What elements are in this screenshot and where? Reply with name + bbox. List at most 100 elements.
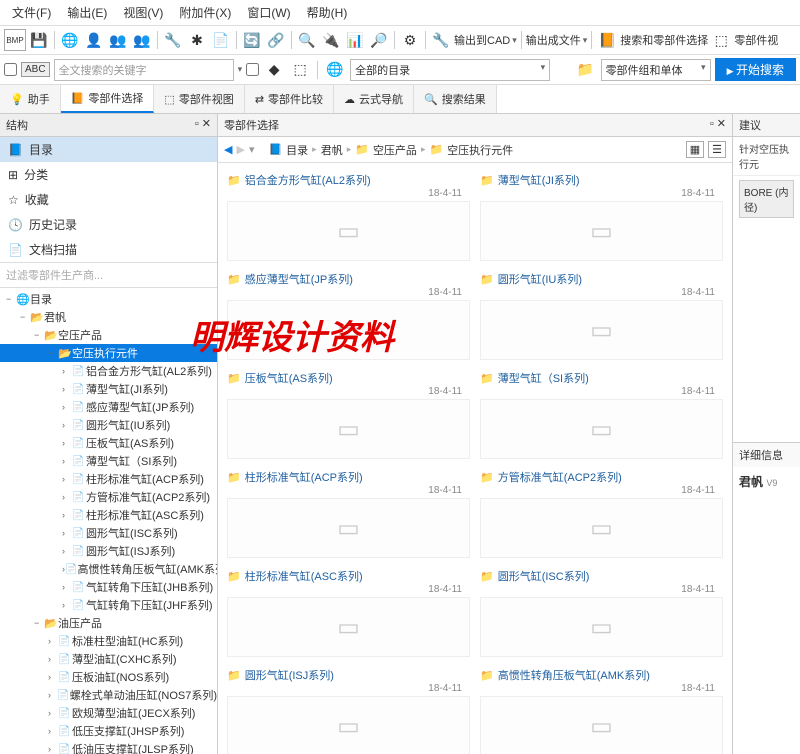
- plug-icon[interactable]: 🔌: [320, 29, 342, 51]
- tree-icon[interactable]: 📁: [575, 59, 597, 81]
- cube3d-icon[interactable]: ⬚: [289, 59, 311, 81]
- panel-controls-icon[interactable]: ▫ ✕: [710, 117, 726, 133]
- bmp-icon[interactable]: BMP: [4, 29, 26, 51]
- globe-icon[interactable]: 🌐: [59, 29, 81, 51]
- zoom-icon[interactable]: 🔍: [296, 29, 318, 51]
- export-cad-label[interactable]: 输出到CAD: [454, 32, 510, 48]
- tab-cloud-nav[interactable]: ☁云式导航: [334, 85, 414, 113]
- link-icon[interactable]: 🔗: [265, 29, 287, 51]
- parts-group-combo[interactable]: 零部件组和单体: [601, 59, 711, 81]
- tree-node[interactable]: ›📄气缸转角下压缸(JHF系列): [0, 596, 217, 614]
- dark-cube-icon[interactable]: ◆: [263, 59, 285, 81]
- tree-node[interactable]: −📂空压产品: [0, 326, 217, 344]
- tree-node[interactable]: −📂君帆: [0, 308, 217, 326]
- tree-node[interactable]: ›📄圆形气缸(IU系列): [0, 416, 217, 434]
- nav-docscan[interactable]: 📄文档扫描: [0, 237, 217, 262]
- menu-file[interactable]: 文件(F): [4, 2, 59, 23]
- menu-view[interactable]: 视图(V): [115, 2, 171, 23]
- start-search-button[interactable]: 开始搜索: [715, 58, 796, 81]
- product-card[interactable]: 📁高惯性转角压板气缸(AMK系列)18-4-11▭: [475, 662, 728, 754]
- nav-category[interactable]: ⊞分类: [0, 162, 217, 187]
- wrench-icon[interactable]: 🔧: [430, 29, 452, 51]
- gear-icon[interactable]: ⚙: [399, 29, 421, 51]
- tree-node[interactable]: ›📄高惯性转角压板气缸(AMK系列): [0, 560, 217, 578]
- globe2-icon[interactable]: 🌐: [324, 59, 346, 81]
- product-card[interactable]: 📁薄型气缸（SI系列)18-4-11▭: [475, 365, 728, 464]
- product-card[interactable]: 📁柱形标准气缸(ASC系列)18-4-11▭: [222, 563, 475, 662]
- product-card[interactable]: 📁方管标准气缸(ACP2系列)18-4-11▭: [475, 464, 728, 563]
- nav-favorites[interactable]: ☆收藏: [0, 187, 217, 212]
- user-blue-icon[interactable]: 👤: [83, 29, 105, 51]
- tree-node[interactable]: ›📄薄型油缸(CXHC系列): [0, 650, 217, 668]
- tree-node[interactable]: ›📄压板气缸(AS系列): [0, 434, 217, 452]
- tab-parts-view[interactable]: ⬚零部件视图: [154, 85, 244, 113]
- filter-checkbox[interactable]: [246, 63, 259, 76]
- tree-node[interactable]: −📂油压产品: [0, 614, 217, 632]
- product-card[interactable]: 📁感应薄型气缸(JP系列)18-4-11▭: [222, 266, 475, 365]
- tree-node[interactable]: ›📄薄型气缸（SI系列): [0, 452, 217, 470]
- search-input[interactable]: 全文搜索的关键字: [54, 59, 234, 81]
- panel-pin-icon[interactable]: ▫ ✕: [195, 117, 211, 133]
- nav-back-icon[interactable]: ◀: [224, 143, 232, 156]
- diskette-icon[interactable]: 💾: [28, 29, 50, 51]
- cube-icon[interactable]: ⬚: [710, 29, 732, 51]
- crumb-2[interactable]: 空压产品: [373, 142, 417, 158]
- tree-root[interactable]: −🌐目录: [0, 290, 217, 308]
- tree-node[interactable]: ›📄欧规薄型油缸(JECX系列): [0, 704, 217, 722]
- product-card[interactable]: 📁铝合金方形气缸(AL2系列)18-4-11▭: [222, 167, 475, 266]
- network-icon[interactable]: ✱: [186, 29, 208, 51]
- menu-window[interactable]: 窗口(W): [239, 2, 298, 23]
- product-card[interactable]: 📁薄型气缸(JI系列)18-4-11▭: [475, 167, 728, 266]
- tree-node[interactable]: ›📄柱形标准气缸(ACP系列): [0, 470, 217, 488]
- nav-catalog[interactable]: 📘目录: [0, 137, 217, 162]
- nav-history[interactable]: 🕓历史记录: [0, 212, 217, 237]
- tree-node[interactable]: ›📄低油压支撑缸(JLSP系列): [0, 740, 217, 754]
- users2-icon[interactable]: 👥: [131, 29, 153, 51]
- orange-doc-icon[interactable]: 📙: [596, 29, 618, 51]
- chart-icon[interactable]: 📊: [344, 29, 366, 51]
- tools-icon[interactable]: 🔧: [162, 29, 184, 51]
- tree-node[interactable]: ›📄标准柱型油缸(HC系列): [0, 632, 217, 650]
- product-card[interactable]: 📁圆形气缸(IU系列)18-4-11▭: [475, 266, 728, 365]
- catalog-combo[interactable]: 全部的目录: [350, 59, 550, 81]
- bore-field[interactable]: BORE (内径): [739, 180, 794, 218]
- menu-export[interactable]: 输出(E): [59, 2, 115, 23]
- menu-help[interactable]: 帮助(H): [299, 2, 356, 23]
- search-checkbox[interactable]: [4, 63, 17, 76]
- menu-addons[interactable]: 附加件(X): [171, 2, 239, 23]
- view-list-icon[interactable]: ☰: [708, 141, 726, 158]
- tree-node[interactable]: ›📄圆形气缸(ISC系列): [0, 524, 217, 542]
- tree-node[interactable]: ›📄螺栓式单动油压缸(NOS7系列): [0, 686, 217, 704]
- product-card[interactable]: 📁圆形气缸(ISJ系列)18-4-11▭: [222, 662, 475, 754]
- product-card[interactable]: 📁圆形气缸(ISC系列)18-4-11▭: [475, 563, 728, 662]
- tree-node[interactable]: ›📄压板油缸(NOS系列): [0, 668, 217, 686]
- tab-search-results[interactable]: 🔍搜索结果: [414, 85, 497, 113]
- refresh-icon[interactable]: 🔄: [241, 29, 263, 51]
- tree-node[interactable]: −📂空压执行元件: [0, 344, 217, 362]
- doc-icon[interactable]: 📄: [210, 29, 232, 51]
- export-file-label[interactable]: 输出成文件: [526, 32, 581, 48]
- tab-parts-compare[interactable]: ⇄零部件比较: [245, 85, 334, 113]
- crumb-root[interactable]: 目录: [286, 142, 308, 158]
- tab-assistant[interactable]: 💡助手: [0, 85, 61, 113]
- tree-node[interactable]: ›📄感应薄型气缸(JP系列): [0, 398, 217, 416]
- tree-node[interactable]: ›📄圆形气缸(ISJ系列): [0, 542, 217, 560]
- abc-button[interactable]: ABC: [21, 62, 50, 77]
- view-grid-icon[interactable]: ▦: [686, 141, 704, 158]
- product-card[interactable]: 📁柱形标准气缸(ACP系列)18-4-11▭: [222, 464, 475, 563]
- tab-parts-select[interactable]: 📙零部件选择: [61, 85, 155, 113]
- search-icon[interactable]: 🔎: [368, 29, 390, 51]
- tree-node[interactable]: ›📄柱形标准气缸(ASC系列): [0, 506, 217, 524]
- tree-node[interactable]: ›📄方管标准气缸(ACP2系列): [0, 488, 217, 506]
- tree-node[interactable]: ›📄薄型气缸(JI系列): [0, 380, 217, 398]
- tree-node[interactable]: ›📄低压支撑缸(JHSP系列): [0, 722, 217, 740]
- tree-node[interactable]: ›📄气缸转角下压缸(JHB系列): [0, 578, 217, 596]
- crumb-3[interactable]: 空压执行元件: [447, 142, 513, 158]
- search-parts-label[interactable]: 搜索和零部件选择: [620, 32, 708, 48]
- filter-input[interactable]: 过滤零部件生产商...: [0, 262, 217, 288]
- tree-node[interactable]: ›📄铝合金方形气缸(AL2系列): [0, 362, 217, 380]
- product-card[interactable]: 📁压板气缸(AS系列)18-4-11▭: [222, 365, 475, 464]
- crumb-1[interactable]: 君帆: [321, 142, 343, 158]
- parts-view-label[interactable]: 零部件视: [734, 32, 778, 48]
- nav-fwd-icon[interactable]: ▶: [236, 143, 244, 156]
